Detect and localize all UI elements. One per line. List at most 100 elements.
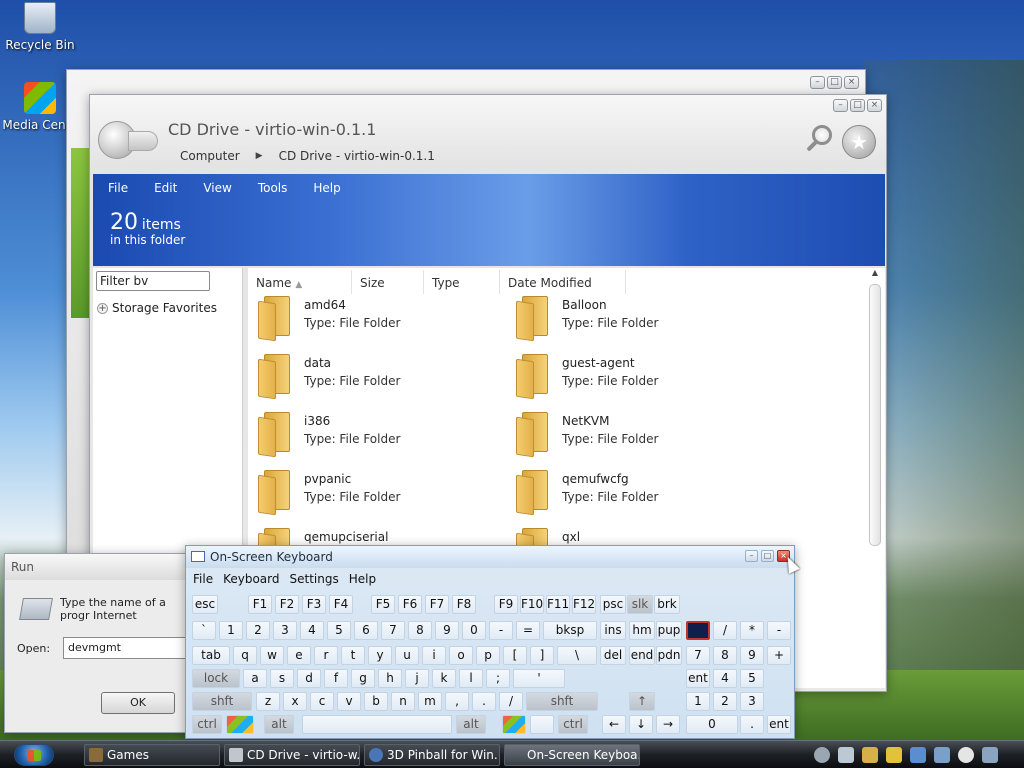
key-symbol[interactable]: ↑ xyxy=(629,692,655,711)
list-item[interactable]: Balloon Type: File Folder xyxy=(506,292,756,344)
key-shft[interactable]: shft xyxy=(192,692,252,711)
key-F9[interactable]: F9 xyxy=(494,595,518,614)
key-8[interactable]: 8 xyxy=(408,621,432,640)
column-size[interactable]: Size xyxy=(352,270,424,294)
key-d[interactable]: d xyxy=(297,669,321,688)
key-f[interactable]: f xyxy=(324,669,348,688)
key-x[interactable]: x xyxy=(283,692,307,711)
key-symbol[interactable]: → xyxy=(656,715,680,734)
column-name[interactable]: Name ▲ xyxy=(248,270,352,294)
search-icon[interactable] xyxy=(838,747,854,763)
maximize-button[interactable]: □ xyxy=(850,99,865,112)
key-ins[interactable]: ins xyxy=(600,621,626,640)
key-F12[interactable]: F12 xyxy=(572,595,596,614)
network-icon[interactable] xyxy=(910,747,926,763)
key-symbol[interactable]: / xyxy=(499,692,523,711)
task-games[interactable]: Games xyxy=(84,744,220,766)
key-psc[interactable]: psc xyxy=(600,595,626,614)
key-s[interactable]: s xyxy=(270,669,294,688)
list-item[interactable]: amd64 Type: File Folder xyxy=(248,292,498,344)
key-F10[interactable]: F10 xyxy=(520,595,544,614)
scroll-up-icon[interactable]: ▲ xyxy=(869,268,881,282)
key-symbol[interactable]: ; xyxy=(486,669,510,688)
key-alt[interactable]: alt xyxy=(264,715,294,734)
key-3[interactable]: 3 xyxy=(740,692,764,711)
chevron-right-icon[interactable]: ▶ xyxy=(256,149,263,163)
key-symbol[interactable]: . xyxy=(740,715,764,734)
list-item[interactable]: NetKVM Type: File Folder xyxy=(506,408,756,460)
menu-edit[interactable]: Edit xyxy=(154,181,177,195)
key-symbol[interactable]: ' xyxy=(513,669,565,688)
display-icon[interactable] xyxy=(934,747,950,763)
key-F3[interactable]: F3 xyxy=(302,595,326,614)
back-forward-orb[interactable] xyxy=(98,115,158,163)
key-c[interactable]: c xyxy=(310,692,334,711)
key-p[interactable]: p xyxy=(476,646,500,665)
key-r[interactable]: r xyxy=(314,646,338,665)
key-y[interactable]: y xyxy=(368,646,392,665)
key-ent[interactable]: ent xyxy=(767,715,791,734)
on-screen-keyboard-window[interactable]: On-Screen Keyboard – □ × File Keyboard S… xyxy=(185,545,795,739)
breadcrumb-computer[interactable]: Computer xyxy=(180,149,240,163)
vertical-scrollbar[interactable]: ▲ xyxy=(869,268,881,678)
tree-item-storage-favorites[interactable]: + Storage Favorites xyxy=(97,301,217,315)
power-icon[interactable] xyxy=(886,747,902,763)
key-0[interactable]: 0 xyxy=(462,621,486,640)
windows-key-icon[interactable] xyxy=(502,715,526,734)
key-F11[interactable]: F11 xyxy=(546,595,570,614)
menu-file[interactable]: File xyxy=(108,181,128,195)
task-pinball[interactable]: 3D Pinball for Win... xyxy=(364,744,500,766)
filter-input[interactable]: Filter bv xyxy=(96,271,210,291)
close-button[interactable]: × xyxy=(867,99,882,112)
favorites-star-icon[interactable]: ★ xyxy=(842,125,876,159)
key-1[interactable]: 1 xyxy=(219,621,243,640)
key-b[interactable]: b xyxy=(364,692,388,711)
windows-key-icon[interactable] xyxy=(226,715,254,734)
key-F6[interactable]: F6 xyxy=(398,595,422,614)
key-blank[interactable] xyxy=(686,621,710,640)
scrollbar-thumb[interactable] xyxy=(869,284,881,546)
key-z[interactable]: z xyxy=(256,692,280,711)
volume-icon[interactable] xyxy=(982,747,998,763)
key-g[interactable]: g xyxy=(351,669,375,688)
minimize-button[interactable]: – xyxy=(833,99,848,112)
key-9[interactable]: 9 xyxy=(740,646,764,665)
key-F5[interactable]: F5 xyxy=(371,595,395,614)
bell-icon[interactable] xyxy=(862,747,878,763)
key-symbol[interactable]: [ xyxy=(503,646,527,665)
close-button[interactable]: × xyxy=(844,76,859,89)
column-date-modified[interactable]: Date Modified xyxy=(500,270,626,294)
key-ent[interactable]: ent xyxy=(686,669,710,688)
key-del[interactable]: del xyxy=(600,646,626,665)
list-item[interactable]: pvpanic Type: File Folder xyxy=(248,466,498,518)
key-symbol[interactable]: - xyxy=(489,621,513,640)
key-8[interactable]: 8 xyxy=(713,646,737,665)
key-F1[interactable]: F1 xyxy=(248,595,272,614)
key-m[interactable]: m xyxy=(418,692,442,711)
list-item[interactable]: guest-agent Type: File Folder xyxy=(506,350,756,402)
key-o[interactable]: o xyxy=(449,646,473,665)
menu-help[interactable]: Help xyxy=(313,181,340,195)
key-symbol[interactable]: - xyxy=(767,621,791,640)
key-alt[interactable]: alt xyxy=(456,715,486,734)
key-e[interactable]: e xyxy=(287,646,311,665)
start-button[interactable] xyxy=(14,744,54,766)
key-t[interactable]: t xyxy=(341,646,365,665)
key-u[interactable]: u xyxy=(395,646,419,665)
list-item[interactable]: i386 Type: File Folder xyxy=(248,408,498,460)
task-on-screen-keyboard[interactable]: On-Screen Keyboa... xyxy=(504,744,640,766)
minimize-button[interactable]: – xyxy=(810,76,825,89)
key-symbol[interactable]: ` xyxy=(192,621,216,640)
key-ctrl[interactable]: ctrl xyxy=(558,715,588,734)
key-4[interactable]: 4 xyxy=(713,669,737,688)
key-F4[interactable]: F4 xyxy=(329,595,353,614)
key-symbol[interactable]: ] xyxy=(530,646,554,665)
key-n[interactable]: n xyxy=(391,692,415,711)
key-slk[interactable]: slk xyxy=(627,595,653,614)
key-j[interactable]: j xyxy=(405,669,429,688)
key-v[interactable]: v xyxy=(337,692,361,711)
key-symbol[interactable]: ↓ xyxy=(629,715,653,734)
column-type[interactable]: Type xyxy=(424,270,500,294)
menu-tools[interactable]: Tools xyxy=(258,181,288,195)
key-tab[interactable]: tab xyxy=(192,646,230,665)
